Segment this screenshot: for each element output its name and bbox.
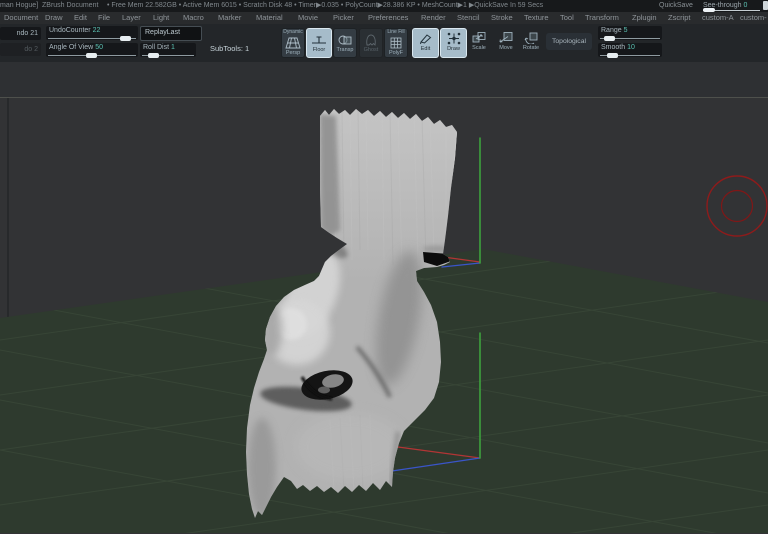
viewport-3d[interactable] <box>0 0 768 533</box>
brush-cursor-circle <box>706 175 768 237</box>
